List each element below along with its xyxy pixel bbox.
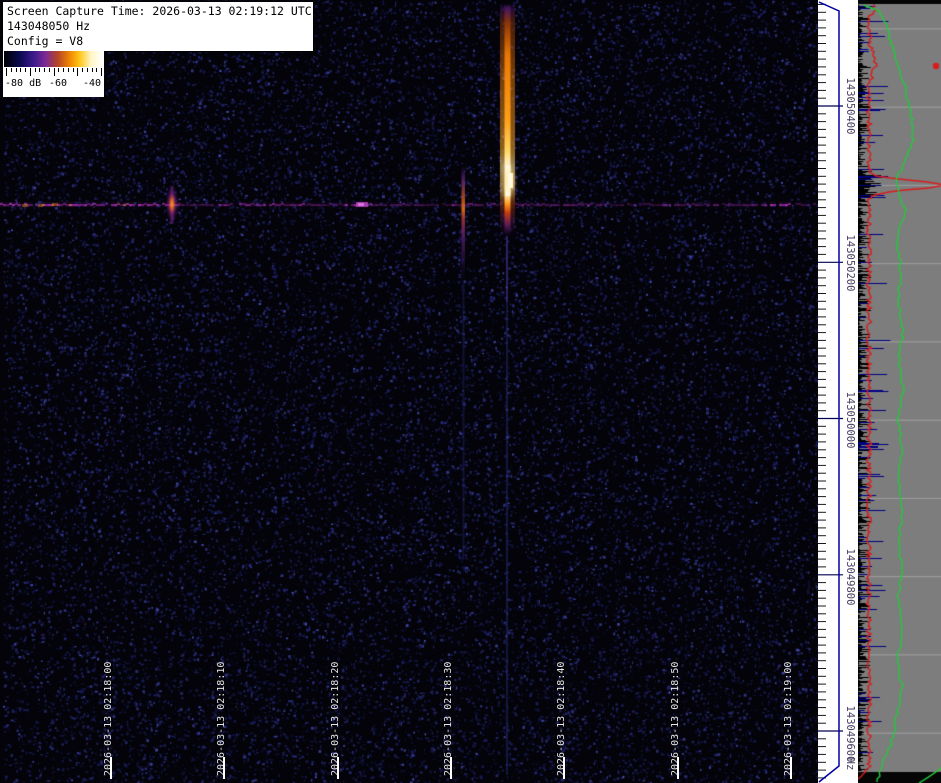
- frequency-unit-label: Hz: [844, 758, 856, 771]
- spectrum-analyzer-panel[interactable]: [858, 0, 941, 783]
- time-tick-mark: [563, 757, 565, 779]
- colorbar-tick: [6, 68, 7, 76]
- colorbar-tick: [35, 68, 36, 72]
- spectrum-lab-capture-window: 143050400 143050200 143050000 143049800 1430…: [0, 0, 941, 783]
- waterfall-spectrogram[interactable]: [0, 0, 818, 783]
- time-tick-mark: [337, 757, 339, 779]
- colorbar-tick: [82, 68, 83, 72]
- colorbar-label-mid: -60: [49, 78, 67, 89]
- colorbar-label-min: -80 dB: [5, 78, 41, 89]
- frequency-tick-label: 143050200: [844, 235, 856, 292]
- capture-time-text: Screen Capture Time: 2026-03-13 02:19:12…: [7, 4, 309, 19]
- colorbar-tick: [39, 68, 40, 72]
- colorbar-tick: [11, 68, 12, 72]
- amplitude-colorbar: -80 dB -60 -40: [3, 50, 104, 97]
- config-text: Config = V8: [7, 34, 309, 49]
- colorbar-labels: -80 dB -60 -40: [3, 77, 104, 95]
- frequency-tick-label: 143049800: [844, 549, 856, 606]
- frequency-scale-ruler[interactable]: 143050400 143050200 143050000 143049800 1430…: [818, 0, 858, 783]
- frequency-tick-label: 143050000: [844, 392, 856, 449]
- time-tick-mark: [790, 757, 792, 779]
- center-frequency-text: 143048050 Hz: [7, 19, 309, 34]
- colorbar-tick: [92, 68, 93, 72]
- colorbar-tick: [49, 68, 50, 72]
- colorbar-tick: [101, 68, 102, 76]
- time-tick-mark: [450, 757, 452, 779]
- frequency-tick-label: 143049600: [844, 706, 856, 763]
- time-tick-mark: [223, 757, 225, 779]
- colorbar-tick-marks: [3, 68, 104, 77]
- colorbar-tick: [63, 68, 64, 72]
- colorbar-tick: [20, 68, 21, 72]
- colorbar-tick: [96, 68, 97, 72]
- colorbar-tick: [68, 68, 69, 72]
- colorbar-tick: [73, 68, 74, 72]
- frequency-tick-label: 143050400: [844, 78, 856, 135]
- colorbar-tick: [16, 68, 17, 72]
- colorbar-tick: [87, 68, 88, 72]
- time-tick-mark: [110, 757, 112, 779]
- colorbar-tick: [25, 68, 26, 72]
- colorbar-tick: [44, 68, 45, 72]
- colorbar-gradient: [4, 51, 103, 67]
- colorbar-tick: [54, 68, 55, 76]
- colorbar-tick: [77, 68, 78, 76]
- capture-info-overlay: Screen Capture Time: 2026-03-13 02:19:12…: [2, 1, 314, 52]
- time-tick-mark: [677, 757, 679, 779]
- colorbar-label-max: -40: [83, 78, 101, 89]
- colorbar-tick: [58, 68, 59, 72]
- colorbar-tick: [30, 68, 31, 76]
